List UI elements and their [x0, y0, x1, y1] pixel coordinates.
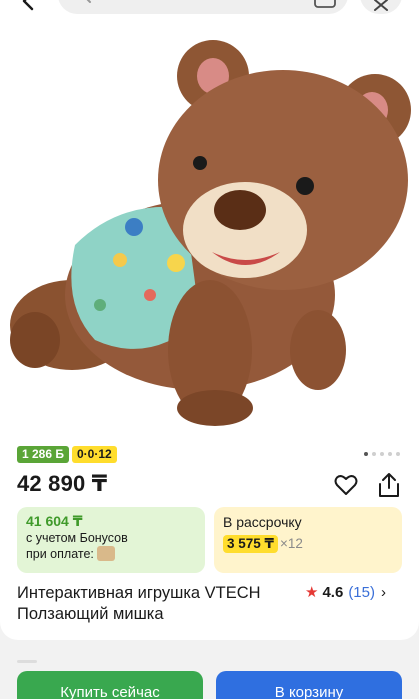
- bonus-note-line2-wrap: при оплате:: [26, 546, 196, 562]
- image-pager: [364, 452, 400, 456]
- bonus-badge: 1 286 Б: [17, 446, 69, 463]
- installment-months: ×12: [279, 536, 303, 551]
- installment-title: В рассрочку: [223, 514, 302, 530]
- star-icon: ★: [305, 584, 319, 601]
- product-price: 42 890 ₸: [17, 471, 108, 496]
- rating-value: 4.6: [322, 583, 344, 601]
- search-input[interactable]: [58, 0, 348, 14]
- bonus-note-line1: с учетом Бонусов: [26, 531, 128, 545]
- pager-dot: [372, 452, 376, 456]
- pager-dot: [388, 452, 392, 456]
- installment-row: 3 575 ₸ ×12: [223, 535, 393, 553]
- pager-dot: [364, 452, 368, 456]
- share-icon[interactable]: [376, 471, 402, 499]
- bonus-note-line2: при оплате:: [26, 547, 94, 561]
- search-icon: [86, 0, 91, 3]
- add-to-cart-button[interactable]: В корзину: [216, 671, 402, 699]
- chevron-left-icon[interactable]: [18, 0, 40, 12]
- divider: [17, 660, 37, 663]
- pager-dot: [380, 452, 384, 456]
- heart-icon[interactable]: [333, 472, 359, 498]
- rating-link[interactable]: ★ 4.6 (15) ›: [305, 583, 386, 602]
- product-image[interactable]: [0, 20, 419, 430]
- top-bar: [0, 0, 419, 14]
- camera-icon[interactable]: [314, 0, 336, 8]
- product-card: 1 286 Б 0·0·12 42 890 ₸ 41 604 ₸ с учето…: [0, 0, 419, 640]
- review-count: (15): [348, 583, 375, 601]
- badges: 1 286 Б 0·0·12: [17, 446, 117, 463]
- more-button[interactable]: [360, 0, 402, 14]
- pager-dot: [396, 452, 400, 456]
- more-icon: [374, 0, 388, 11]
- installment-monthly: 3 575 ₸: [223, 535, 278, 553]
- payment-card-icon: [96, 546, 115, 561]
- product-title: Интерактивная игрушка VTECH Ползающий ми…: [17, 584, 261, 623]
- installment-box[interactable]: В рассрочку 3 575 ₸ ×12: [214, 507, 402, 573]
- buy-now-button[interactable]: Купить сейчас: [17, 671, 203, 699]
- bonus-price: 41 604 ₸: [26, 513, 83, 529]
- bonus-price-box[interactable]: 41 604 ₸ с учетом Бонусов при оплате:: [17, 507, 205, 573]
- installment-badge: 0·0·12: [72, 446, 117, 463]
- chevron-right-icon: ›: [381, 583, 386, 601]
